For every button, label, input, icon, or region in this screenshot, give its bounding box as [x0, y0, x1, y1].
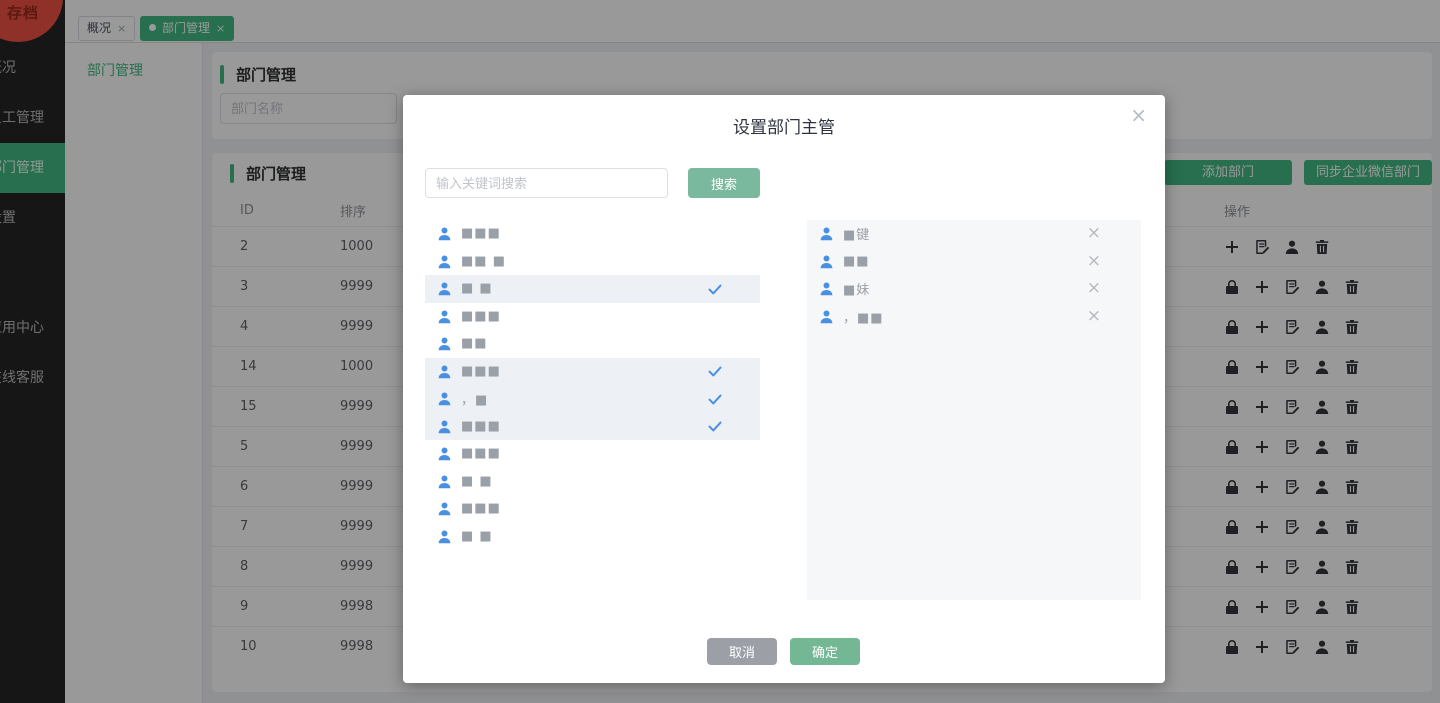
candidate-name: ■■■: [461, 308, 501, 324]
person-icon: [437, 281, 452, 296]
person-icon: [437, 474, 452, 489]
candidate-row[interactable]: ■■■: [425, 495, 760, 523]
dialog-close-icon[interactable]: ×: [1130, 105, 1147, 125]
selected-row: ，■■ ×: [807, 303, 1141, 331]
person-icon: [437, 446, 452, 461]
candidate-name: ■■■: [461, 226, 501, 242]
candidate-name: ■■ ■: [461, 253, 506, 269]
candidate-row[interactable]: ■ ■: [425, 468, 760, 496]
candidate-row[interactable]: ■■: [425, 330, 760, 358]
candidate-name: ■■■: [461, 418, 501, 434]
person-icon: [437, 419, 452, 434]
selected-name: ■键: [843, 228, 871, 244]
selected-row: ■妹 ×: [807, 275, 1141, 303]
person-icon: [437, 309, 452, 324]
candidate-row[interactable]: ■■■: [425, 357, 760, 385]
person-icon: [437, 501, 452, 516]
candidate-list: ■■■ ■■ ■ ■ ■ ■■■ ■■ ■■■ ，■ ■■■ ■■■ ■ ■ ■…: [425, 220, 760, 600]
candidate-row[interactable]: ，■: [425, 385, 760, 413]
candidate-row[interactable]: ■ ■: [425, 275, 760, 303]
person-icon: [437, 391, 452, 406]
remove-icon[interactable]: ×: [1087, 252, 1101, 270]
candidate-row[interactable]: ■■■: [425, 440, 760, 468]
search-button[interactable]: 搜索: [688, 168, 760, 198]
candidate-row[interactable]: ■■■: [425, 303, 760, 331]
cancel-button[interactable]: 取消: [707, 638, 777, 665]
remove-icon[interactable]: ×: [1087, 280, 1101, 297]
candidate-name: ■ ■: [461, 281, 493, 297]
candidate-row[interactable]: ■■■: [425, 412, 760, 440]
check-icon: [707, 391, 723, 407]
remove-icon[interactable]: ×: [1087, 225, 1101, 242]
candidate-name: ■■: [461, 336, 488, 352]
candidate-row[interactable]: ■■ ■: [425, 248, 760, 276]
selected-row: ■键 ×: [807, 220, 1141, 248]
candidate-name: ，■: [461, 393, 489, 409]
person-icon: [437, 529, 452, 544]
candidate-name: ■ ■: [461, 528, 493, 544]
remove-icon[interactable]: ×: [1087, 307, 1101, 325]
selected-row: ■■ ×: [807, 248, 1141, 276]
candidate-name: ■ ■: [461, 473, 493, 489]
candidate-row[interactable]: ■■■: [425, 220, 760, 248]
confirm-button[interactable]: 确定: [790, 638, 860, 665]
person-icon: [819, 254, 834, 269]
person-icon: [819, 281, 834, 296]
person-icon: [819, 309, 834, 324]
selected-name: ■■: [843, 253, 870, 269]
selected-list: ■键 × ■■ × ■妹 × ，■■ ×: [807, 220, 1141, 600]
person-icon: [437, 254, 452, 269]
candidate-name: ■■■: [461, 501, 501, 517]
check-icon: [707, 418, 723, 434]
person-icon: [437, 226, 452, 241]
check-icon: [707, 363, 723, 379]
candidate-row[interactable]: ■ ■: [425, 523, 760, 551]
keyword-search-input[interactable]: [425, 168, 668, 198]
selected-name: ，■■: [843, 310, 884, 326]
check-icon: [707, 281, 723, 297]
candidate-name: ■■■: [461, 446, 501, 462]
set-manager-dialog: 设置部门主管 × 搜索 ■■■ ■■ ■ ■ ■ ■■■ ■■ ■■■ ，■ ■…: [403, 95, 1165, 683]
candidate-name: ■■■: [461, 363, 501, 379]
selected-name: ■妹: [843, 283, 871, 299]
person-icon: [819, 226, 834, 241]
dialog-title: 设置部门主管: [733, 118, 835, 138]
person-icon: [437, 364, 452, 379]
person-icon: [437, 336, 452, 351]
